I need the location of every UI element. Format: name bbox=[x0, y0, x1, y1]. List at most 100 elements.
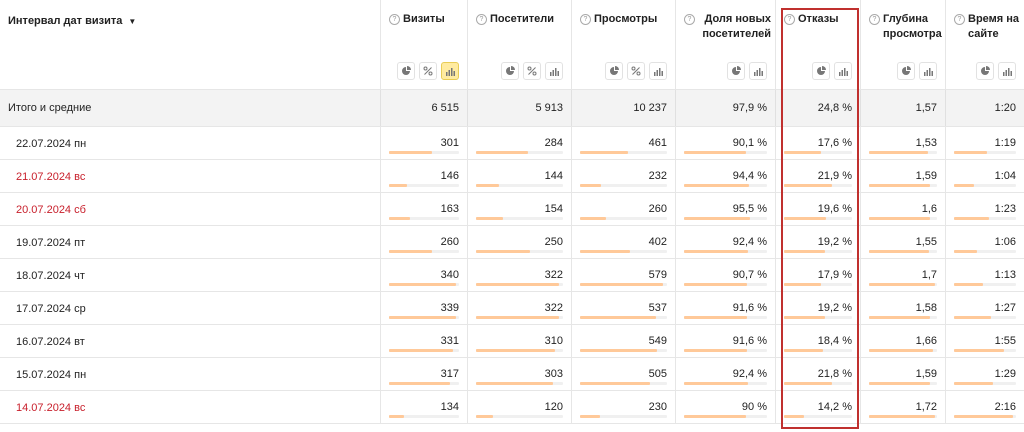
cell-value: 134 bbox=[440, 401, 459, 413]
table-row[interactable]: 15.07.2024 пн 317 303 505 92,4 % 21,8 % 1,59 1:… bbox=[0, 358, 1024, 391]
dimension-selector[interactable]: Интервал дат визита ▼ bbox=[8, 15, 136, 27]
table-row[interactable]: 14.07.2024 вс 134 120 230 90 % 14,2 % 1,72 2:16 bbox=[0, 391, 1024, 424]
pie-chart-icon[interactable] bbox=[605, 62, 623, 80]
info-icon[interactable]: ? bbox=[869, 14, 880, 25]
info-icon[interactable]: ? bbox=[476, 14, 487, 25]
column-title[interactable]: ? Глубина просмотра bbox=[869, 12, 942, 42]
cell-value: 1:27 bbox=[994, 302, 1016, 314]
table-row[interactable]: 18.07.2024 чт 340 322 579 90,7 % 17,9 % 1,7 1:1… bbox=[0, 259, 1024, 292]
column-title[interactable]: ? Доля новых посетителей bbox=[684, 12, 771, 42]
info-icon[interactable]: ? bbox=[684, 14, 695, 25]
value-bar-fill bbox=[476, 316, 559, 319]
value-bar bbox=[476, 283, 563, 286]
column-name: Время на сайте bbox=[968, 13, 1020, 40]
cell-time-on-site: 2:16 bbox=[945, 391, 1024, 423]
cell-value: 144 bbox=[544, 170, 563, 182]
value-bar-fill bbox=[954, 316, 992, 319]
column-title[interactable]: ? Просмотры bbox=[580, 12, 671, 27]
column-title[interactable]: ? Время на сайте bbox=[954, 12, 1020, 42]
column-tools bbox=[501, 62, 563, 80]
percent-icon[interactable] bbox=[419, 62, 437, 80]
cell-pageviews: 402 bbox=[571, 226, 675, 258]
value-bar bbox=[954, 415, 1016, 418]
table-row[interactable]: 17.07.2024 ср 339 322 537 91,6 % 19,2 % 1,58 1:… bbox=[0, 292, 1024, 325]
pie-chart-icon[interactable] bbox=[727, 62, 745, 80]
cell-value: 549 bbox=[648, 335, 667, 347]
bar-chart-icon[interactable] bbox=[545, 62, 563, 80]
totals-cell-time-on-site: 1:20 bbox=[945, 90, 1024, 126]
cell-value: 120 bbox=[544, 401, 563, 413]
bar-chart-icon[interactable] bbox=[998, 62, 1016, 80]
value-bar bbox=[580, 382, 667, 385]
pie-chart-icon[interactable] bbox=[812, 62, 830, 80]
value-bar-fill bbox=[476, 184, 500, 187]
value-bar bbox=[869, 217, 937, 220]
pie-chart-icon[interactable] bbox=[897, 62, 915, 80]
value-bar-fill bbox=[784, 250, 825, 253]
value-bar bbox=[389, 250, 459, 253]
totals-value: 5 913 bbox=[535, 102, 563, 114]
cell-bounce-rate: 19,6 % bbox=[775, 193, 860, 225]
value-bar bbox=[389, 184, 459, 187]
cell-value: 17,9 % bbox=[817, 269, 852, 281]
cell-value: 19,2 % bbox=[817, 236, 852, 248]
date-label: 16.07.2024 вт bbox=[16, 336, 85, 348]
column-title[interactable]: ? Посетители bbox=[476, 12, 567, 27]
bar-chart-icon[interactable] bbox=[834, 62, 852, 80]
value-bar bbox=[580, 316, 667, 319]
bar-chart-icon[interactable] bbox=[441, 62, 459, 80]
cell-bounce-rate: 19,2 % bbox=[775, 292, 860, 324]
cell-time-on-site: 1:19 bbox=[945, 127, 1024, 159]
cell-value: 232 bbox=[648, 170, 667, 182]
cell-value: 154 bbox=[544, 203, 563, 215]
value-bar bbox=[784, 250, 852, 253]
cell-value: 14,2 % bbox=[817, 401, 852, 413]
percent-icon[interactable] bbox=[627, 62, 645, 80]
table-row[interactable]: 19.07.2024 пт 260 250 402 92,4 % 19,2 % 1,55 1:… bbox=[0, 226, 1024, 259]
info-icon[interactable]: ? bbox=[954, 14, 965, 25]
cell-value: 92,4 % bbox=[732, 236, 767, 248]
cell-value: 260 bbox=[648, 203, 667, 215]
totals-cell-visits: 6 515 bbox=[380, 90, 467, 126]
info-icon[interactable]: ? bbox=[580, 14, 591, 25]
column-header-visitors: ? Посетители bbox=[467, 0, 571, 89]
bar-chart-icon[interactable] bbox=[749, 62, 767, 80]
value-bar-fill bbox=[869, 316, 930, 319]
totals-value: 1:20 bbox=[994, 102, 1016, 114]
value-bar bbox=[476, 382, 563, 385]
table-row[interactable]: 21.07.2024 вс 146 144 232 94,4 % 21,9 % 1,59 1:… bbox=[0, 160, 1024, 193]
cell-bounce-rate: 21,8 % bbox=[775, 358, 860, 390]
date-label: 18.07.2024 чт bbox=[16, 270, 85, 282]
cell-value: 1:04 bbox=[994, 170, 1016, 182]
bar-chart-icon[interactable] bbox=[649, 62, 667, 80]
value-bar bbox=[784, 184, 852, 187]
cell-value: 322 bbox=[544, 269, 563, 281]
column-title[interactable]: ? Отказы bbox=[784, 12, 856, 27]
table-row[interactable]: 16.07.2024 вт 331 310 549 91,6 % 18,4 % 1,66 1:… bbox=[0, 325, 1024, 358]
info-icon[interactable]: ? bbox=[784, 14, 795, 25]
dimension-header: Интервал дат визита ▼ bbox=[0, 0, 380, 89]
cell-value: 90,7 % bbox=[732, 269, 767, 281]
value-bar bbox=[869, 184, 937, 187]
pie-chart-icon[interactable] bbox=[397, 62, 415, 80]
value-bar-fill bbox=[784, 382, 832, 385]
pie-chart-icon[interactable] bbox=[501, 62, 519, 80]
table-row[interactable]: 20.07.2024 сб 163 154 260 95,5 % 19,6 % 1,6 1:2… bbox=[0, 193, 1024, 226]
cell-pageviews: 461 bbox=[571, 127, 675, 159]
cell-new-visitors-share: 92,4 % bbox=[675, 358, 775, 390]
value-bar bbox=[869, 382, 937, 385]
value-bar-fill bbox=[954, 217, 990, 220]
value-bar-fill bbox=[954, 151, 987, 154]
percent-icon[interactable] bbox=[523, 62, 541, 80]
value-bar-fill bbox=[476, 250, 530, 253]
column-title[interactable]: ? Визиты bbox=[389, 12, 463, 27]
value-bar-fill bbox=[784, 283, 822, 286]
pie-chart-icon[interactable] bbox=[976, 62, 994, 80]
column-header-pageviews: ? Просмотры bbox=[571, 0, 675, 89]
cell-visitors: 284 bbox=[467, 127, 571, 159]
table-row[interactable]: 22.07.2024 пн 301 284 461 90,1 % 17,6 % 1,53 1:… bbox=[0, 127, 1024, 160]
value-bar-fill bbox=[869, 151, 929, 154]
info-icon[interactable]: ? bbox=[389, 14, 400, 25]
cell-bounce-rate: 19,2 % bbox=[775, 226, 860, 258]
bar-chart-icon[interactable] bbox=[919, 62, 937, 80]
